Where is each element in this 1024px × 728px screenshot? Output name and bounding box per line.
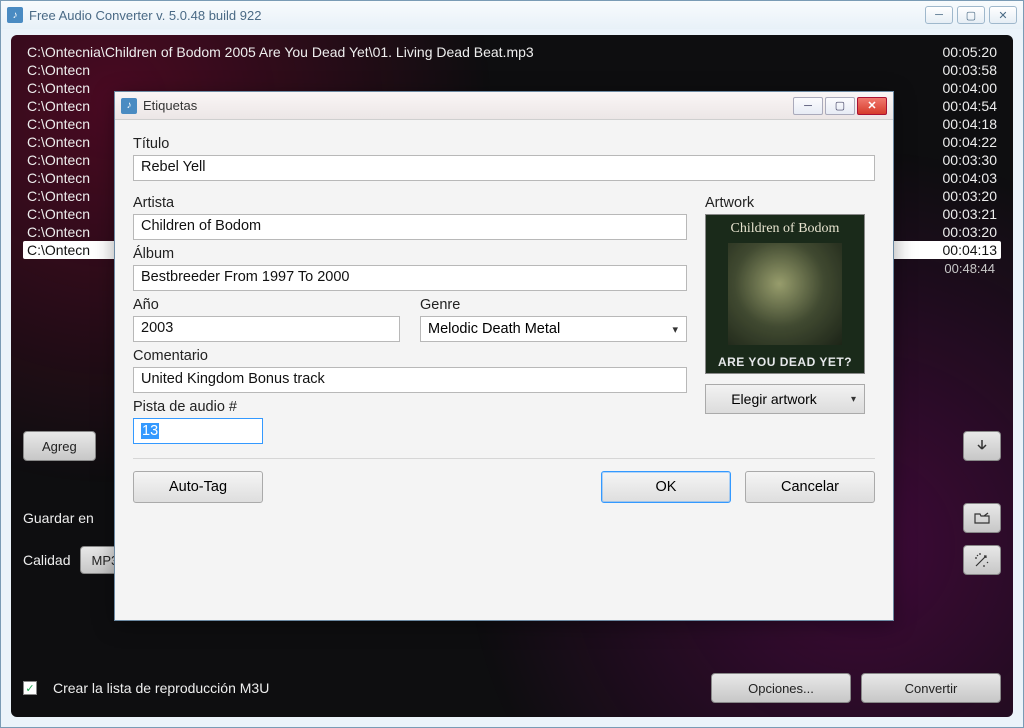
track-number-field[interactable]: 13 <box>133 418 263 444</box>
track-path: C:\Ontecn <box>27 134 90 150</box>
arrow-down-icon <box>974 438 990 454</box>
track-duration: 00:04:22 <box>943 134 998 150</box>
main-window: ♪ Free Audio Converter v. 5.0.48 build 9… <box>0 0 1024 728</box>
genre-select[interactable]: Melodic Death Metal <box>420 316 687 342</box>
playlist-checkbox[interactable]: ✓ <box>23 681 37 695</box>
track-duration: 00:03:20 <box>943 188 998 204</box>
dialog-titlebar: ♪ Etiquetas ─ ▢ ✕ <box>115 92 893 120</box>
minimize-button[interactable]: ─ <box>925 6 953 24</box>
artist-field[interactable]: Children of Bodom <box>133 214 687 240</box>
maximize-button[interactable]: ▢ <box>957 6 985 24</box>
convert-button[interactable]: Convertir <box>861 673 1001 703</box>
album-field[interactable]: Bestbreeder From 1997 To 2000 <box>133 265 687 291</box>
genre-label: Genre <box>420 297 687 313</box>
close-button[interactable]: ✕ <box>989 6 1017 24</box>
title-label: Título <box>133 136 875 152</box>
track-duration: 00:04:03 <box>943 170 998 186</box>
track-duration: 00:04:13 <box>943 242 998 258</box>
album-label: Álbum <box>133 246 687 262</box>
track-path: C:\Ontecnia\Children of Bodom 2005 Are Y… <box>27 44 534 60</box>
dialog-close-button[interactable]: ✕ <box>857 97 887 115</box>
main-titlebar: ♪ Free Audio Converter v. 5.0.48 build 9… <box>1 1 1023 29</box>
artwork-preview: Children of Bodom ARE YOU DEAD YET? <box>705 214 865 374</box>
add-files-button[interactable]: Agreg <box>23 431 96 461</box>
playlist-checkbox-label: Crear la lista de reproducción M3U <box>53 680 269 696</box>
artwork-label: Artwork <box>705 195 875 211</box>
auto-tag-button[interactable]: Auto-Tag <box>133 471 263 503</box>
track-duration: 00:04:18 <box>943 116 998 132</box>
dialog-separator <box>133 458 875 459</box>
year-field[interactable]: 2003 <box>133 316 400 342</box>
move-down-button[interactable] <box>963 431 1001 461</box>
track-duration: 00:05:20 <box>943 44 998 60</box>
track-path: C:\Ontecn <box>27 188 90 204</box>
title-field[interactable]: Rebel Yell <box>133 155 875 181</box>
track-path: C:\Ontecn <box>27 224 90 240</box>
year-label: Año <box>133 297 400 313</box>
track-duration: 00:04:54 <box>943 98 998 114</box>
track-duration: 00:03:30 <box>943 152 998 168</box>
dialog-minimize-button[interactable]: ─ <box>793 97 823 115</box>
quality-label: Calidad <box>23 552 70 568</box>
track-row[interactable]: C:\Ontecnia\Children of Bodom 2005 Are Y… <box>23 43 1001 61</box>
save-to-label: Guardar en <box>23 510 94 526</box>
browse-folder-button[interactable] <box>963 503 1001 533</box>
ok-button[interactable]: OK <box>601 471 731 503</box>
artwork-band-text: Children of Bodom <box>706 221 864 237</box>
choose-artwork-button[interactable]: Elegir artwork <box>705 384 865 414</box>
artist-label: Artista <box>133 195 687 211</box>
folder-open-icon <box>974 510 990 526</box>
artwork-caption: ARE YOU DEAD YET? <box>706 355 864 369</box>
comment-field[interactable]: United Kingdom Bonus track <box>133 367 687 393</box>
track-number-value: 13 <box>141 423 159 439</box>
track-path: C:\Ontecn <box>27 206 90 222</box>
dialog-app-icon: ♪ <box>121 98 137 114</box>
track-path: C:\Ontecn <box>27 62 90 78</box>
comment-label: Comentario <box>133 348 687 364</box>
options-button[interactable]: Opciones... <box>711 673 851 703</box>
track-path: C:\Ontecn <box>27 80 90 96</box>
track-path: C:\Ontecn <box>27 152 90 168</box>
dialog-maximize-button[interactable]: ▢ <box>825 97 855 115</box>
cancel-button[interactable]: Cancelar <box>745 471 875 503</box>
track-number-label: Pista de audio # <box>133 399 687 415</box>
app-icon: ♪ <box>7 7 23 23</box>
settings-button[interactable] <box>963 545 1001 575</box>
track-duration: 00:03:21 <box>943 206 998 222</box>
track-duration: 00:03:20 <box>943 224 998 240</box>
track-row[interactable]: C:\Ontecn 00:03:58 <box>23 61 1001 79</box>
track-path: C:\Ontecn <box>27 170 90 186</box>
window-title: Free Audio Converter v. 5.0.48 build 922 <box>29 8 925 23</box>
track-path: C:\Ontecn <box>27 98 90 114</box>
track-duration: 00:03:58 <box>943 62 998 78</box>
track-path: C:\Ontecn <box>27 116 90 132</box>
artwork-image <box>728 243 842 345</box>
track-duration: 00:04:00 <box>943 80 998 96</box>
dialog-title: Etiquetas <box>143 98 791 113</box>
tags-dialog: ♪ Etiquetas ─ ▢ ✕ Título Rebel Yell Arti… <box>114 91 894 621</box>
wand-icon <box>974 552 990 568</box>
track-path: C:\Ontecn <box>27 242 90 258</box>
